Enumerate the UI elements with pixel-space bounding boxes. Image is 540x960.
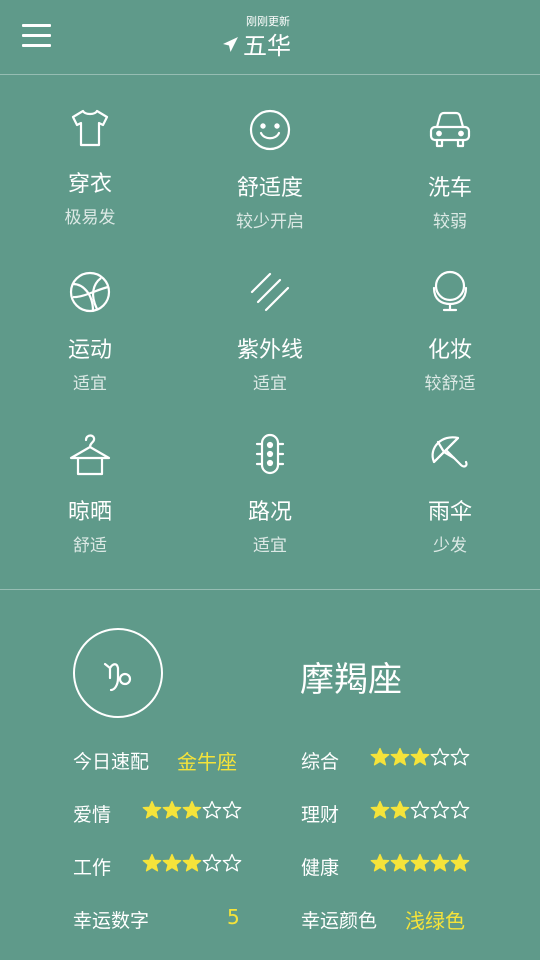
star-filled-icon [370,853,390,872]
love-stars [142,800,242,822]
index-name: 路况 [247,500,292,525]
star-filled-icon [162,853,182,872]
index-name: 舒适度 [236,176,303,201]
star-empty-icon [202,853,222,872]
star-filled-icon [142,800,162,819]
index-name: 洗车 [427,176,472,201]
star-empty-icon [450,747,470,766]
star-filled-icon [370,747,390,766]
hanger-icon [69,434,111,476]
index-value: 较舒适 [424,374,476,394]
star-empty-icon [222,800,242,819]
star-filled-icon [390,800,410,819]
star-filled-icon [182,800,202,819]
star-filled-icon [390,853,410,872]
location-header[interactable]: 刚刚更新 五华 [216,12,326,62]
index-item-umbrella[interactable]: 雨伞 少发 [360,400,540,562]
lucky-color-value: 浅绿色 [405,909,465,933]
mirror-icon [432,270,468,312]
index-item-makeup[interactable]: 化妆 较舒适 [360,238,540,400]
traffic-light-icon [255,433,285,475]
life-index-grid: 穿衣 极易发 舒适度 较少开启 洗车 较弱 运动 适宜 紫外线 适宜 化妆 较舒… [0,76,540,590]
overall-label: 综合 [301,751,340,773]
index-item-traffic[interactable]: 路况 适宜 [180,400,360,562]
index-item-drying[interactable]: 晾晒 舒适 [0,400,180,562]
index-value: 较少开启 [236,212,304,232]
index-value: 少发 [433,536,467,556]
index-item-comfort[interactable]: 舒适度 较少开启 [180,76,360,238]
finance-label: 理财 [301,804,340,826]
love-label: 爱情 [73,804,112,826]
star-filled-icon [410,747,430,766]
work-label: 工作 [73,857,112,879]
index-name: 穿衣 [67,172,112,197]
index-item-uv[interactable]: 紫外线 适宜 [180,238,360,400]
star-filled-icon [162,800,182,819]
hamburger-menu-icon[interactable] [22,24,52,48]
tshirt-icon [71,109,109,147]
index-item-carwash[interactable]: 洗车 较弱 [360,76,540,238]
lucky-number-value: 5 [227,905,240,929]
match-label: 今日速配 [73,751,150,773]
index-name: 运动 [67,338,112,363]
header-bar: 刚刚更新 五华 [0,0,540,75]
index-value: 较弱 [433,212,467,232]
star-filled-icon [390,747,410,766]
star-filled-icon [410,853,430,872]
index-value: 适宜 [73,374,107,394]
index-value: 极易发 [64,208,116,228]
index-name: 晾晒 [67,500,112,525]
capricorn-icon [103,662,132,692]
lucky-color-label: 幸运颜色 [301,910,378,932]
uv-rays-icon [250,272,290,312]
star-empty-icon [450,800,470,819]
star-filled-icon [430,853,450,872]
city-name: 五华 [243,32,291,60]
health-label: 健康 [301,857,340,879]
overall-stars [370,747,470,769]
health-stars [370,853,470,875]
work-stars [142,853,242,875]
umbrella-icon [431,436,468,468]
index-value: 适宜 [253,374,287,394]
index-item-sport[interactable]: 运动 适宜 [0,238,180,400]
index-name: 雨伞 [427,500,472,525]
ball-icon [69,271,111,313]
zodiac-badge [73,628,163,718]
lucky-number-label: 幸运数字 [73,910,150,932]
car-icon [429,111,471,148]
star-filled-icon [450,853,470,872]
index-item-clothing[interactable]: 穿衣 极易发 [0,76,180,238]
zodiac-sign-name: 摩羯座 [300,660,402,700]
index-name: 紫外线 [236,338,303,363]
match-value: 金牛座 [177,750,237,774]
star-filled-icon [182,853,202,872]
star-filled-icon [370,800,390,819]
finance-stars [370,800,470,822]
smiley-icon [249,109,291,151]
star-empty-icon [410,800,430,819]
star-empty-icon [430,800,450,819]
index-name: 化妆 [427,338,472,363]
location-arrow-icon [223,37,238,52]
index-value: 舒适 [73,536,107,556]
star-filled-icon [142,853,162,872]
star-empty-icon [222,853,242,872]
star-empty-icon [430,747,450,766]
star-empty-icon [202,800,222,819]
index-value: 适宜 [253,536,287,556]
